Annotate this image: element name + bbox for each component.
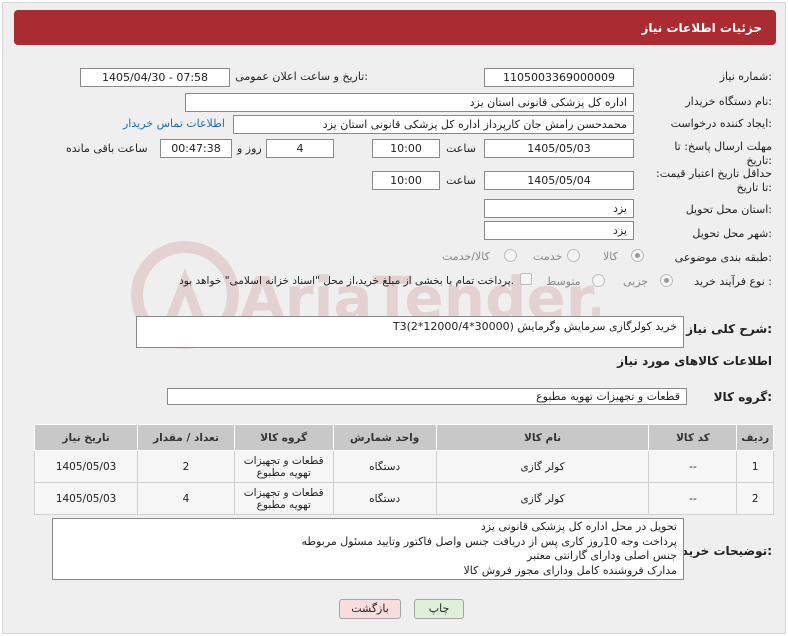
category-option-goods: کالا [603,250,618,263]
process-option-minor: جزیی [623,275,649,288]
process-option-medium: متوسط [546,275,581,288]
requester-label: ایجاد کننده درخواست: [670,117,772,130]
cell-goods-name: کولر گازی [435,482,650,515]
treasury-payment-checkbox[interactable] [520,273,532,285]
price-validity-label: حداقل تاریخ اعتبار قیمت: تا تاریخ: [656,167,772,194]
cell-goods-group: قطعات و تجهیزات تهویه مطبوع [233,450,334,483]
category-option-service: خدمت [533,250,563,263]
need-number-label: شماره نیاز: [719,70,772,83]
remaining-time-label: ساعت باقی مانده [66,142,148,155]
col-header-unit: واحد شمارش [332,424,437,451]
deadline-time-field[interactable]: 10:00 [372,139,440,158]
table-row[interactable]: 2 -- کولر گازی دستگاه قطعات و تجهیزات ته… [33,482,774,515]
price-validity-time-field[interactable]: 10:00 [372,171,440,190]
cell-goods-name: کولر گازی [435,450,650,483]
days-remaining-field[interactable]: 4 [266,139,334,158]
goods-group-label: گروه کالا: [713,390,772,404]
description-textarea[interactable]: خرید کولرگازی سرمایش وگرمایش (30000*1200… [136,316,684,348]
buyer-note-line: مدارک فروشنده کامل ودارای مجوز فروش کالا [463,563,677,577]
back-button[interactable]: بازگشت [339,599,401,619]
col-header-goods-group: گروه کالا [233,424,334,451]
price-validity-date-field[interactable]: 1405/05/04 [484,171,634,190]
deadline-label: مهلت ارسال پاسخ: تا تاریخ: [674,140,772,167]
page-title: جزئیات اطلاعات نیاز [14,10,776,45]
category-label: طبقه بندی موضوعی: [674,251,772,264]
table-header-row: ردیف کد کالا نام کالا واحد شمارش گروه کا… [33,424,774,451]
days-label: روز و [237,142,262,155]
price-validity-time-label: ساعت [446,174,476,187]
buyer-note-line: پرداخت وجه 10روز کاری پس از دریافت جنس و… [301,534,677,548]
goods-table: ردیف کد کالا نام کالا واحد شمارش گروه کا… [33,424,774,515]
cell-goods-code: -- [648,450,738,483]
buyer-note-line: تحویل در محل اداره کل پزشکی قانونی یزد [480,520,677,533]
buyer-notes-textarea[interactable]: تحویل در محل اداره کل پزشکی قانونی یزد پ… [52,518,684,580]
col-header-need-date: تاریخ نیاز [33,424,139,451]
need-number-field[interactable]: 1105003369000009 [484,68,634,87]
process-radio-medium[interactable] [592,274,605,287]
cell-quantity: 2 [137,450,235,483]
goods-section-title: اطلاعات کالاهای مورد نیاز [617,354,772,368]
print-button[interactable]: چاپ [414,599,464,619]
category-option-goods-service: کالا/خدمت [442,250,490,263]
col-header-row-number: ردیف [736,424,774,451]
cell-row-number: 2 [736,482,774,515]
process-type-label: نوع فرآیند خرید : [694,275,772,288]
requester-field[interactable]: محمدحسن رامش جان کارپرداز اداره کل پزشکی… [233,115,634,134]
announce-datetime-field[interactable]: 1405/04/30 - 07:58 [80,68,230,87]
cell-row-number: 1 [736,450,774,483]
category-radio-service[interactable] [567,249,580,262]
goods-group-field[interactable]: قطعات و تجهیزات تهویه مطبوع [167,388,687,405]
cell-need-date: 1405/05/03 [33,450,139,483]
table-row[interactable]: 1 -- کولر گازی دستگاه قطعات و تجهیزات ته… [33,450,774,483]
col-header-goods-name: نام کالا [435,424,650,451]
remaining-time-field[interactable]: 00:47:38 [160,139,232,158]
city-field[interactable]: یزد [484,221,634,240]
deadline-time-label: ساعت [446,142,476,155]
province-field[interactable]: یزد [484,199,634,218]
category-radio-goods-service[interactable] [504,249,517,262]
cell-need-date: 1405/05/03 [33,482,139,515]
cell-goods-code: -- [648,482,738,515]
cell-unit: دستگاه [332,482,437,515]
buyer-note-line: جنس اصلی ودارای گارانتی معتبر [527,549,677,562]
deadline-date-field[interactable]: 1405/05/03 [484,139,634,158]
cell-unit: دستگاه [332,450,437,483]
province-label: استان محل تحویل: [685,203,772,216]
buyer-notes-label: توضیحات خریدار: [670,544,772,558]
category-radio-goods[interactable] [631,249,644,262]
announce-label: تاریخ و ساعت اعلان عمومی: [235,70,368,83]
description-label: شرح کلی نیاز: [686,322,772,336]
cell-quantity: 4 [137,482,235,515]
buyer-org-label: نام دستگاه خریدار: [685,95,772,108]
cell-goods-group: قطعات و تجهیزات تهویه مطبوع [233,482,334,515]
col-header-goods-code: کد کالا [648,424,738,451]
buyer-org-field[interactable]: اداره کل پزشکی قانونی استان یزد [185,93,634,112]
col-header-quantity: تعداد / مقدار [137,424,235,451]
city-label: شهر محل تحویل: [692,227,772,240]
treasury-payment-note: پرداخت تمام یا بخشی از مبلغ خرید،از محل … [179,275,514,287]
process-radio-minor[interactable] [660,274,673,287]
buyer-contact-link[interactable]: اطلاعات تماس خریدار [123,117,225,130]
